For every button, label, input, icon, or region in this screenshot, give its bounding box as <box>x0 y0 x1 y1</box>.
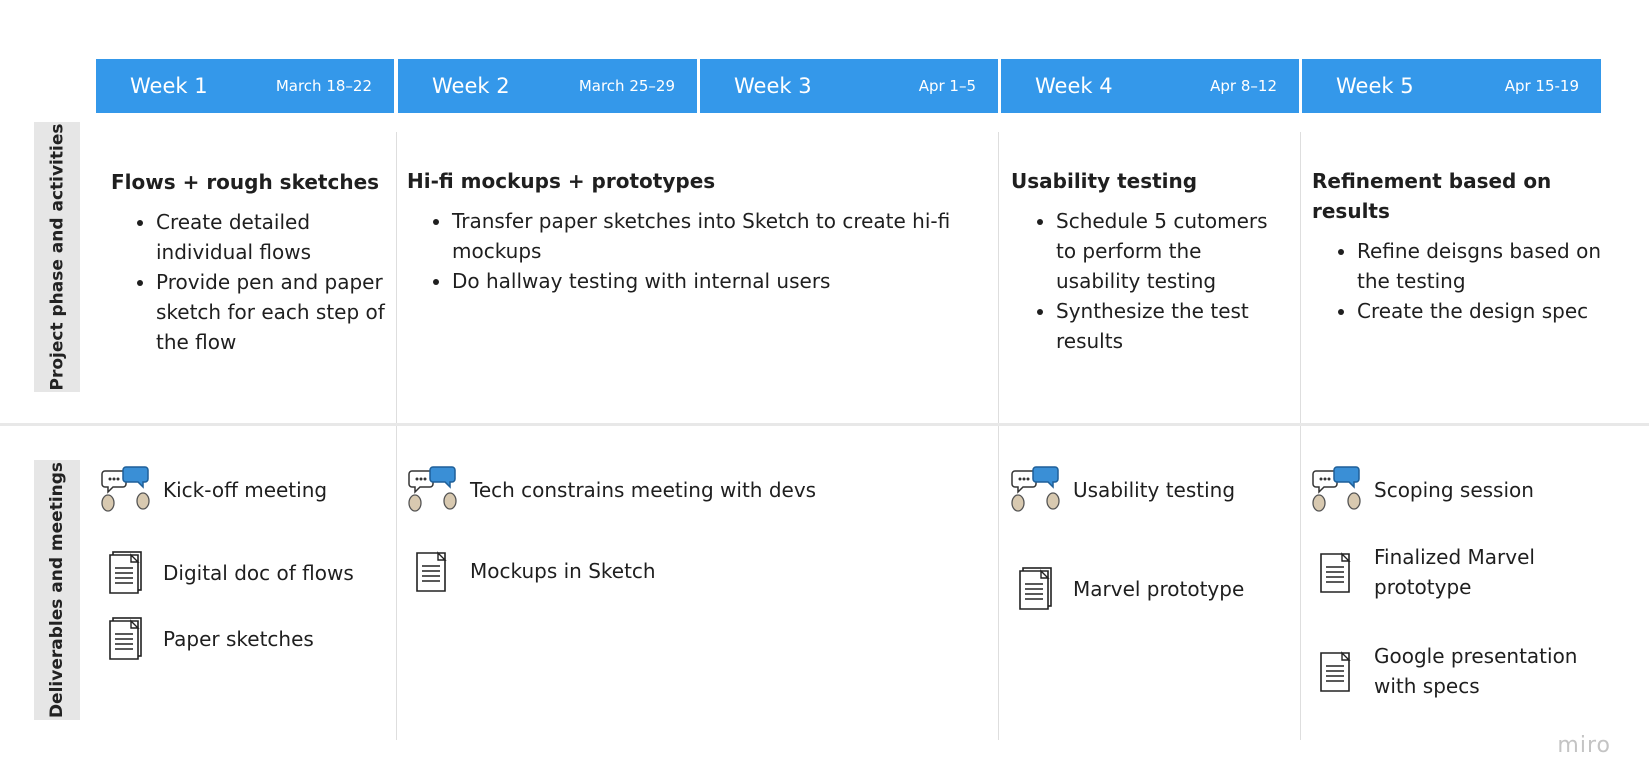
column-divider <box>998 132 999 740</box>
deliverable-item: Kick-off meeting <box>99 463 327 517</box>
column-divider <box>396 132 397 740</box>
bullet-item: Transfer paper sketches into Sketch to c… <box>452 206 977 266</box>
week-dates: Apr 8–12 <box>1210 77 1277 95</box>
phase-block-1: Flows + rough sketches Create detailed i… <box>111 167 396 357</box>
phase-bullets: Refine deisgns based on the testing Crea… <box>1312 236 1602 326</box>
week-dates: March 18–22 <box>275 77 372 95</box>
deliverable-item: Finalized Marvel prototype <box>1310 542 1594 602</box>
meeting-icon <box>406 463 460 517</box>
document-icon <box>1310 545 1364 599</box>
document-icon <box>99 546 153 600</box>
week-name: Week 1 <box>130 74 208 98</box>
phase-bullets: Schedule 5 cutomers to perform the usabi… <box>1011 206 1281 356</box>
bullet-item: Do hallway testing with internal users <box>452 266 977 296</box>
phase-title: Hi-fi mockups + prototypes <box>407 169 716 193</box>
week-dates: Apr 1–5 <box>918 77 976 95</box>
document-icon <box>99 612 153 666</box>
meeting-icon <box>1009 463 1063 517</box>
week-name: Week 4 <box>1035 74 1113 98</box>
deliverable-label: Tech constrains meeting with devs <box>470 478 817 502</box>
phase-block-4: Refinement based on results Refine deisg… <box>1312 166 1602 326</box>
document-icon <box>1009 562 1063 616</box>
bullet-item: Refine deisgns based on the testing <box>1357 236 1602 296</box>
deliverable-label: Kick-off meeting <box>163 478 328 502</box>
row-label-deliverables: Deliverables and meetings <box>34 460 80 720</box>
phase-bullets: Create detailed individual flows Provide… <box>111 207 396 357</box>
phase-title: Flows + rough sketches <box>111 170 380 194</box>
row-label-phase-text: Project phase and activities <box>47 123 67 391</box>
deliverable-label: Scoping session <box>1374 478 1534 502</box>
bullet-item: Schedule 5 cutomers to perform the usabi… <box>1056 206 1281 296</box>
deliverable-item: Scoping session <box>1310 463 1534 517</box>
week-name: Week 5 <box>1336 74 1414 98</box>
deliverable-label: Marvel prototype <box>1073 577 1245 601</box>
deliverable-item: Digital doc of flows <box>99 546 354 600</box>
phase-bullets: Transfer paper sketches into Sketch to c… <box>407 206 977 296</box>
meeting-icon <box>99 463 153 517</box>
week-name: Week 2 <box>432 74 510 98</box>
column-divider <box>1300 132 1301 740</box>
deliverable-item: Paper sketches <box>99 612 314 666</box>
deliverable-label: Google presentation with specs <box>1374 644 1578 698</box>
deliverable-label: Paper sketches <box>163 627 314 651</box>
deliverable-item: Usability testing <box>1009 463 1235 517</box>
document-icon <box>1310 644 1364 698</box>
phase-block-3: Usability testing Schedule 5 cutomers to… <box>1011 166 1281 356</box>
deliverable-item: Mockups in Sketch <box>406 544 656 598</box>
row-divider <box>0 423 1649 426</box>
week-name: Week 3 <box>734 74 812 98</box>
miro-logo: miro <box>1557 733 1611 758</box>
meeting-icon <box>1310 463 1364 517</box>
bullet-item: Create detailed individual flows <box>156 207 396 267</box>
deliverable-item: Tech constrains meeting with devs <box>406 463 816 517</box>
week-header-5: Week 5 Apr 15-19 <box>1302 59 1601 113</box>
week-header-1: Week 1 March 18–22 <box>96 59 394 113</box>
week-header-4: Week 4 Apr 8–12 <box>1001 59 1299 113</box>
week-dates: Apr 15-19 <box>1504 77 1579 95</box>
deliverable-label: Usability testing <box>1073 478 1236 502</box>
bullet-item: Provide pen and paper sketch for each st… <box>156 267 396 357</box>
phase-title: Usability testing <box>1011 169 1198 193</box>
deliverable-label: Mockups in Sketch <box>470 559 656 583</box>
bullet-item: Synthesize the test results <box>1056 296 1281 356</box>
phase-block-2: Hi-fi mockups + prototypes Transfer pape… <box>407 166 977 296</box>
week-dates: March 25–29 <box>578 77 675 95</box>
deliverable-label: Digital doc of flows <box>163 561 354 585</box>
deliverable-label: Finalized Marvel prototype <box>1374 545 1535 599</box>
document-icon <box>406 544 460 598</box>
phase-title: Refinement based on results <box>1312 169 1552 223</box>
row-label-phase: Project phase and activities <box>34 122 80 392</box>
deliverable-item: Google presentation with specs <box>1310 641 1594 701</box>
week-header-2: Week 2 March 25–29 <box>398 59 697 113</box>
row-label-deliverables-text: Deliverables and meetings <box>47 461 68 719</box>
bullet-item: Create the design spec <box>1357 296 1602 326</box>
week-header-3: Week 3 Apr 1–5 <box>700 59 998 113</box>
deliverable-item: Marvel prototype <box>1009 562 1244 616</box>
